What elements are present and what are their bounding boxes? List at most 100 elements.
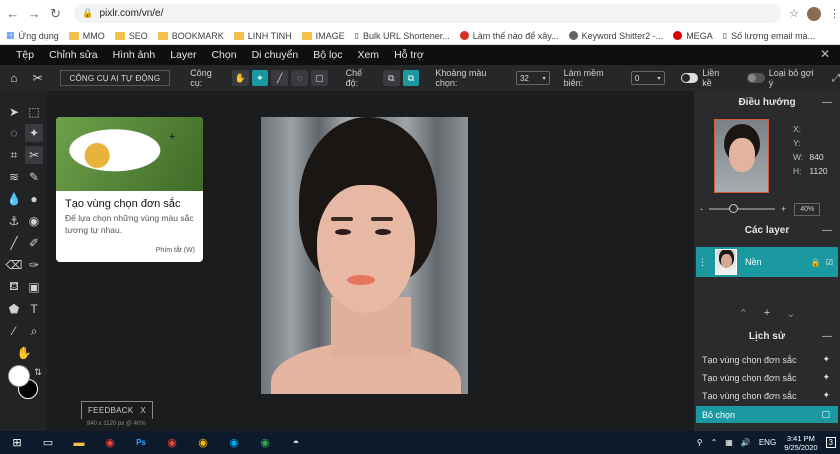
zoom-slider[interactable] bbox=[709, 204, 775, 213]
dodge-tool-icon[interactable]: ◉ bbox=[25, 212, 43, 230]
bookmark-bulk-url[interactable]: ▯ Bulk URL Shortener... bbox=[355, 31, 450, 41]
navigator-thumbnail[interactable] bbox=[714, 119, 769, 193]
bookmark-so-luong-email[interactable]: ▯ Số lượng email mà... bbox=[723, 31, 815, 41]
layer-item[interactable]: ⋮ Nền 🔒 ☑ bbox=[696, 247, 838, 277]
remove-hint-toggle[interactable] bbox=[746, 73, 765, 83]
collapse-icon[interactable]: — bbox=[822, 331, 832, 342]
history-item-selected[interactable]: Bỏ chọn ▢ bbox=[696, 406, 838, 423]
move-tool-icon[interactable]: ➤ bbox=[5, 103, 23, 121]
home-icon[interactable]: ⌂ bbox=[6, 70, 22, 86]
menu-edit[interactable]: Chỉnh sửa bbox=[49, 49, 97, 61]
chrome-alt-icon[interactable]: ◉ bbox=[254, 433, 276, 453]
visibility-checkbox-icon[interactable]: ☑ bbox=[826, 258, 833, 267]
fill-tool-icon[interactable]: ⛾ bbox=[5, 278, 23, 296]
lasso-tool-icon[interactable]: ◌ bbox=[5, 124, 23, 142]
foreground-color-swatch[interactable] bbox=[8, 365, 30, 387]
menu-view[interactable]: Xem bbox=[357, 49, 379, 61]
menu-help[interactable]: Hỗ trợ bbox=[394, 49, 424, 61]
history-item[interactable]: Tạo vùng chọn đơn sắc ✦ bbox=[696, 351, 838, 368]
chevron-down-icon[interactable]: ⌄ bbox=[786, 307, 795, 320]
people-icon[interactable]: ⚲ bbox=[697, 438, 703, 447]
volume-icon[interactable]: 🔊 bbox=[741, 438, 751, 447]
network-icon[interactable]: ▦ bbox=[725, 438, 733, 447]
mode-add-icon[interactable]: ⧉ bbox=[382, 70, 400, 86]
language-indicator[interactable]: ENG bbox=[759, 438, 776, 447]
mode-subtract-icon[interactable]: ⧉ bbox=[402, 70, 420, 86]
close-icon[interactable]: ✕ bbox=[820, 47, 830, 61]
reload-icon[interactable]: ↻ bbox=[47, 5, 64, 23]
tolerance-select[interactable]: 32 ▾ bbox=[515, 71, 550, 85]
tool-option-brush-icon[interactable]: ╱ bbox=[271, 70, 289, 86]
tool-option-magic-wand-icon[interactable]: ✦ bbox=[251, 70, 269, 86]
tool-option-rect-icon[interactable]: ▢ bbox=[310, 70, 328, 86]
bookmark-seo[interactable]: SEO bbox=[114, 31, 148, 41]
magic-wand-tool-icon[interactable]: ✦ bbox=[25, 124, 43, 142]
bookmark-mmo[interactable]: MMO bbox=[68, 31, 105, 41]
forward-arrow-icon[interactable]: → bbox=[25, 5, 42, 23]
menu-image[interactable]: Hình ảnh bbox=[113, 49, 156, 61]
bookmark-lam-the-nao[interactable]: Làm thế nào để xây... bbox=[459, 31, 559, 41]
color-replace-tool-icon[interactable]: ✑ bbox=[25, 256, 43, 274]
zoom-in-button[interactable]: + bbox=[781, 204, 786, 214]
blur-tool-icon[interactable]: 💧 bbox=[5, 190, 23, 208]
layer-menu-icon[interactable]: ⋮ bbox=[698, 257, 707, 268]
menu-dots-icon[interactable]: ⋮ bbox=[829, 7, 840, 20]
history-item[interactable]: Tạo vùng chọn đơn sắc ✦ bbox=[696, 387, 838, 404]
crop-tool-icon[interactable]: ⌗ bbox=[5, 146, 23, 164]
pencil-tool-icon[interactable]: ✐ bbox=[25, 234, 43, 252]
back-arrow-icon[interactable]: ← bbox=[4, 5, 21, 23]
brush-tool-icon[interactable]: ╱ bbox=[5, 234, 23, 252]
bookmark-apps[interactable]: ▦ Ứng dụng bbox=[6, 30, 59, 41]
bookmark-keyword-shitter[interactable]: Keyword Shitter2 -... bbox=[568, 31, 663, 41]
contiguous-toggle[interactable] bbox=[680, 73, 699, 83]
add-layer-icon[interactable]: + bbox=[764, 307, 770, 320]
text-tool-icon[interactable]: T bbox=[25, 300, 43, 318]
bookmark-image[interactable]: IMAGE bbox=[301, 31, 345, 41]
lock-icon[interactable]: 🔒 bbox=[811, 258, 821, 267]
notification-badge[interactable]: 3 bbox=[825, 437, 836, 448]
file-explorer-icon[interactable]: ▬ bbox=[68, 433, 90, 453]
scissors-icon[interactable]: ✂ bbox=[30, 70, 46, 86]
chrome-icon[interactable]: ◉ bbox=[99, 433, 121, 453]
profile-avatar[interactable] bbox=[807, 6, 821, 21]
shape-tool-icon[interactable]: ⬟ bbox=[5, 300, 23, 318]
bookmark-linh-tinh[interactable]: LINH TINH bbox=[233, 31, 292, 41]
app-icon[interactable]: ◓ bbox=[285, 433, 307, 453]
collapse-icon[interactable]: — bbox=[822, 97, 832, 108]
tool-option-lasso-icon[interactable]: ◌ bbox=[291, 70, 308, 86]
menu-layer[interactable]: Layer bbox=[170, 49, 196, 61]
windows-start-icon[interactable]: ⊞ bbox=[6, 433, 28, 453]
skype-icon[interactable]: ◉ bbox=[223, 433, 245, 453]
bookmark-mega[interactable]: MEGA bbox=[673, 31, 713, 41]
menu-filter[interactable]: Bộ lọc bbox=[313, 49, 342, 61]
marquee-tool-icon[interactable]: ⬚ bbox=[25, 103, 43, 121]
zoom-value[interactable]: 40% bbox=[794, 202, 821, 216]
zoom-slider-knob[interactable] bbox=[729, 204, 738, 213]
clock[interactable]: 3:41 PM 9/25/2020 bbox=[784, 434, 817, 452]
heal-tool-icon[interactable]: ✎ bbox=[25, 168, 43, 186]
feather-select[interactable]: 0 ▾ bbox=[630, 71, 665, 85]
feedback-close-icon[interactable]: X bbox=[140, 406, 146, 415]
eyedropper-tool-icon[interactable]: ⁄ bbox=[5, 322, 23, 340]
zoom-out-button[interactable]: - bbox=[700, 204, 703, 214]
task-view-icon[interactable]: ▭ bbox=[37, 433, 59, 453]
canvas-area[interactable]: + Tạo vùng chọn đơn sắc Để lựa chọn nhữn… bbox=[47, 91, 694, 431]
sponge-tool-icon[interactable]: ● bbox=[25, 190, 43, 208]
history-item[interactable]: Tạo vùng chọn đơn sắc ✦ bbox=[696, 369, 838, 386]
zoom-tool-icon[interactable]: ⌕ bbox=[25, 322, 43, 340]
chrome-active-icon[interactable]: ◉ bbox=[192, 433, 214, 453]
chrome-profile-icon[interactable]: ◉ bbox=[161, 433, 183, 453]
menu-file[interactable]: Tệp bbox=[16, 49, 34, 61]
swap-colors-icon[interactable]: ⇅ bbox=[29, 363, 47, 381]
url-field[interactable]: 🔒 pixlr.com/vn/e/ bbox=[74, 4, 782, 23]
liquify-tool-icon[interactable]: ≋ bbox=[5, 168, 23, 186]
hand-tool-icon[interactable]: ✋ bbox=[15, 344, 33, 362]
tool-option-hand-icon[interactable]: ✋ bbox=[231, 70, 249, 86]
clone-tool-icon[interactable]: ⚓ bbox=[5, 212, 23, 230]
menu-select[interactable]: Chọn bbox=[211, 49, 236, 61]
collapse-icon[interactable]: — bbox=[822, 225, 832, 236]
bookmark-bookmark[interactable]: BOOKMARK bbox=[157, 31, 224, 41]
star-icon[interactable]: ☆ bbox=[789, 7, 799, 20]
photoshop-icon[interactable]: Ps bbox=[130, 433, 152, 453]
feedback-button[interactable]: FEEDBACK X bbox=[81, 401, 153, 419]
